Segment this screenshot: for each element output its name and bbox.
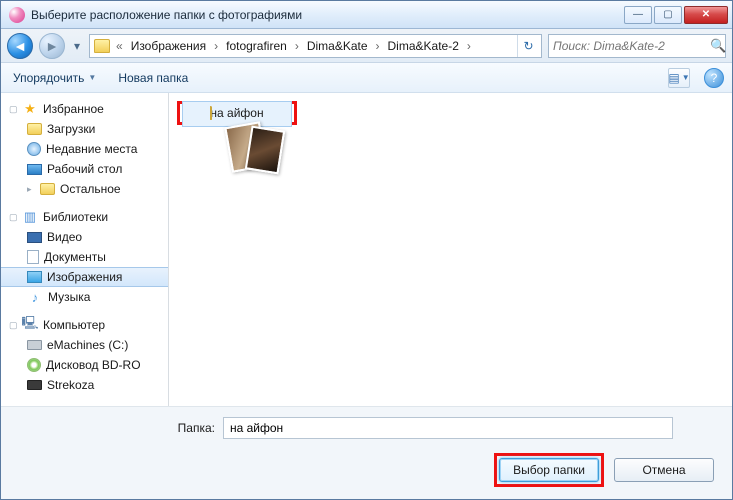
document-icon xyxy=(27,250,39,264)
collapse-icon: ▢ xyxy=(9,320,17,331)
breadcrumb[interactable]: fotografiren xyxy=(222,39,291,53)
minimize-button[interactable]: — xyxy=(624,6,652,24)
app-icon xyxy=(9,7,25,23)
folder-name-input[interactable] xyxy=(223,417,673,439)
folder-icon xyxy=(27,123,42,135)
sidebar-item-label: Strekoza xyxy=(47,378,94,392)
sidebar-item-recent[interactable]: Недавние места xyxy=(1,139,168,159)
sidebar-item-label: Музыка xyxy=(48,290,90,304)
sidebar-item-other[interactable]: ▸ Остальное xyxy=(1,179,168,199)
organize-menu[interactable]: Упорядочить ▼ xyxy=(9,68,100,88)
highlight-annotation: Выбор папки xyxy=(494,453,604,487)
expand-icon: ▸ xyxy=(27,184,35,195)
sidebar-item-label: Рабочий стол xyxy=(47,162,122,176)
select-folder-button[interactable]: Выбор папки xyxy=(499,458,599,482)
sidebar-libraries[interactable]: ▢ ▥ Библиотеки xyxy=(1,207,168,227)
sidebar-item-video[interactable]: Видео xyxy=(1,227,168,247)
back-button[interactable]: ◄ xyxy=(7,33,33,59)
sidebar-item-strekoza[interactable]: Strekoza xyxy=(1,375,168,395)
recent-icon xyxy=(27,142,41,156)
sidebar-item-label: Загрузки xyxy=(47,122,95,136)
folder-label: на айфон xyxy=(210,106,263,120)
sidebar-item-documents[interactable]: Документы xyxy=(1,247,168,267)
libraries-icon: ▥ xyxy=(22,209,38,225)
content-area[interactable]: на айфон xyxy=(169,93,732,406)
pictures-icon xyxy=(27,271,42,283)
chevron-icon[interactable]: › xyxy=(374,39,382,53)
sidebar-item-label: eMachines (C:) xyxy=(47,338,128,352)
search-icon: 🔍 xyxy=(710,38,726,54)
help-button[interactable]: ? xyxy=(704,68,724,88)
sidebar-item-optical[interactable]: Дисковод BD-RO xyxy=(1,355,168,375)
sidebar-favorites[interactable]: ▢ ★ Избранное xyxy=(1,99,168,119)
sidebar-computer[interactable]: ▢ 🖳 Компьютер xyxy=(1,315,168,335)
computer-icon: 🖳 xyxy=(22,317,38,333)
dialog-window: Выберите расположение папки с фотография… xyxy=(0,0,733,500)
sidebar: ▢ ★ Избранное Загрузки Недавние места Рабо… xyxy=(1,93,169,406)
sidebar-item-music[interactable]: ♪ Музыка xyxy=(1,287,168,307)
chevron-icon[interactable]: › xyxy=(465,39,473,53)
sidebar-group-label: Избранное xyxy=(43,102,104,116)
window-title: Выберите расположение папки с фотография… xyxy=(31,8,624,22)
footer: Папка: Выбор папки Отмена xyxy=(1,406,732,499)
organize-label: Упорядочить xyxy=(13,71,84,85)
toolbar: Упорядочить ▼ Новая папка ▤▼ ? xyxy=(1,63,732,93)
sidebar-item-downloads[interactable]: Загрузки xyxy=(1,119,168,139)
collapse-icon: ▢ xyxy=(9,104,17,115)
chevron-down-icon: ▼ xyxy=(88,73,96,82)
maximize-button[interactable]: ▢ xyxy=(654,6,682,24)
sidebar-item-label: Видео xyxy=(47,230,82,244)
navigation-bar: ◄ ► ▾ « Изображения › fotografiren › Dim… xyxy=(1,29,732,63)
history-dropdown[interactable]: ▾ xyxy=(71,39,83,53)
new-folder-button[interactable]: Новая папка xyxy=(114,68,192,88)
disc-icon xyxy=(27,358,41,372)
sidebar-item-label: Остальное xyxy=(60,182,121,196)
folder-icon xyxy=(40,183,55,195)
close-button[interactable]: ✕ xyxy=(684,6,728,24)
titlebar[interactable]: Выберите расположение папки с фотография… xyxy=(1,1,732,29)
breadcrumb[interactable]: Dima&Kate xyxy=(303,39,372,53)
sidebar-item-label: Документы xyxy=(44,250,106,264)
drive-icon xyxy=(27,340,42,350)
cancel-button[interactable]: Отмена xyxy=(614,458,714,482)
star-icon: ★ xyxy=(22,101,38,117)
desktop-icon xyxy=(27,164,42,175)
breadcrumb[interactable]: Изображения xyxy=(127,39,210,53)
search-input[interactable] xyxy=(553,39,710,53)
music-icon: ♪ xyxy=(27,289,43,305)
search-box[interactable]: 🔍 xyxy=(548,34,726,58)
view-options-button[interactable]: ▤▼ xyxy=(668,68,690,88)
sidebar-item-pictures[interactable]: Изображения xyxy=(1,267,168,287)
video-icon xyxy=(27,232,42,243)
collapse-icon: ▢ xyxy=(9,212,17,223)
breadcrumb[interactable]: Dima&Kate-2 xyxy=(384,39,463,53)
sidebar-item-label: Изображения xyxy=(47,270,122,284)
sidebar-group-label: Компьютер xyxy=(43,318,105,332)
forward-button[interactable]: ► xyxy=(39,33,65,59)
drive-icon xyxy=(27,380,42,390)
folder-icon xyxy=(94,39,110,53)
sidebar-item-label: Недавние места xyxy=(46,142,137,156)
folder-item[interactable]: на айфон xyxy=(182,101,292,127)
sidebar-item-desktop[interactable]: Рабочий стол xyxy=(1,159,168,179)
chevron-icon[interactable]: « xyxy=(114,39,125,53)
new-folder-label: Новая папка xyxy=(118,71,188,85)
sidebar-item-drive-c[interactable]: eMachines (C:) xyxy=(1,335,168,355)
refresh-icon[interactable]: ↻ xyxy=(517,35,539,57)
folder-field-label: Папка: xyxy=(15,421,215,435)
chevron-icon[interactable]: › xyxy=(212,39,220,53)
highlight-annotation: на айфон xyxy=(177,101,297,125)
sidebar-item-label: Дисковод BD-RO xyxy=(46,358,141,372)
sidebar-group-label: Библиотеки xyxy=(43,210,108,224)
chevron-icon[interactable]: › xyxy=(293,39,301,53)
address-bar[interactable]: « Изображения › fotografiren › Dima&Kate… xyxy=(89,34,542,58)
